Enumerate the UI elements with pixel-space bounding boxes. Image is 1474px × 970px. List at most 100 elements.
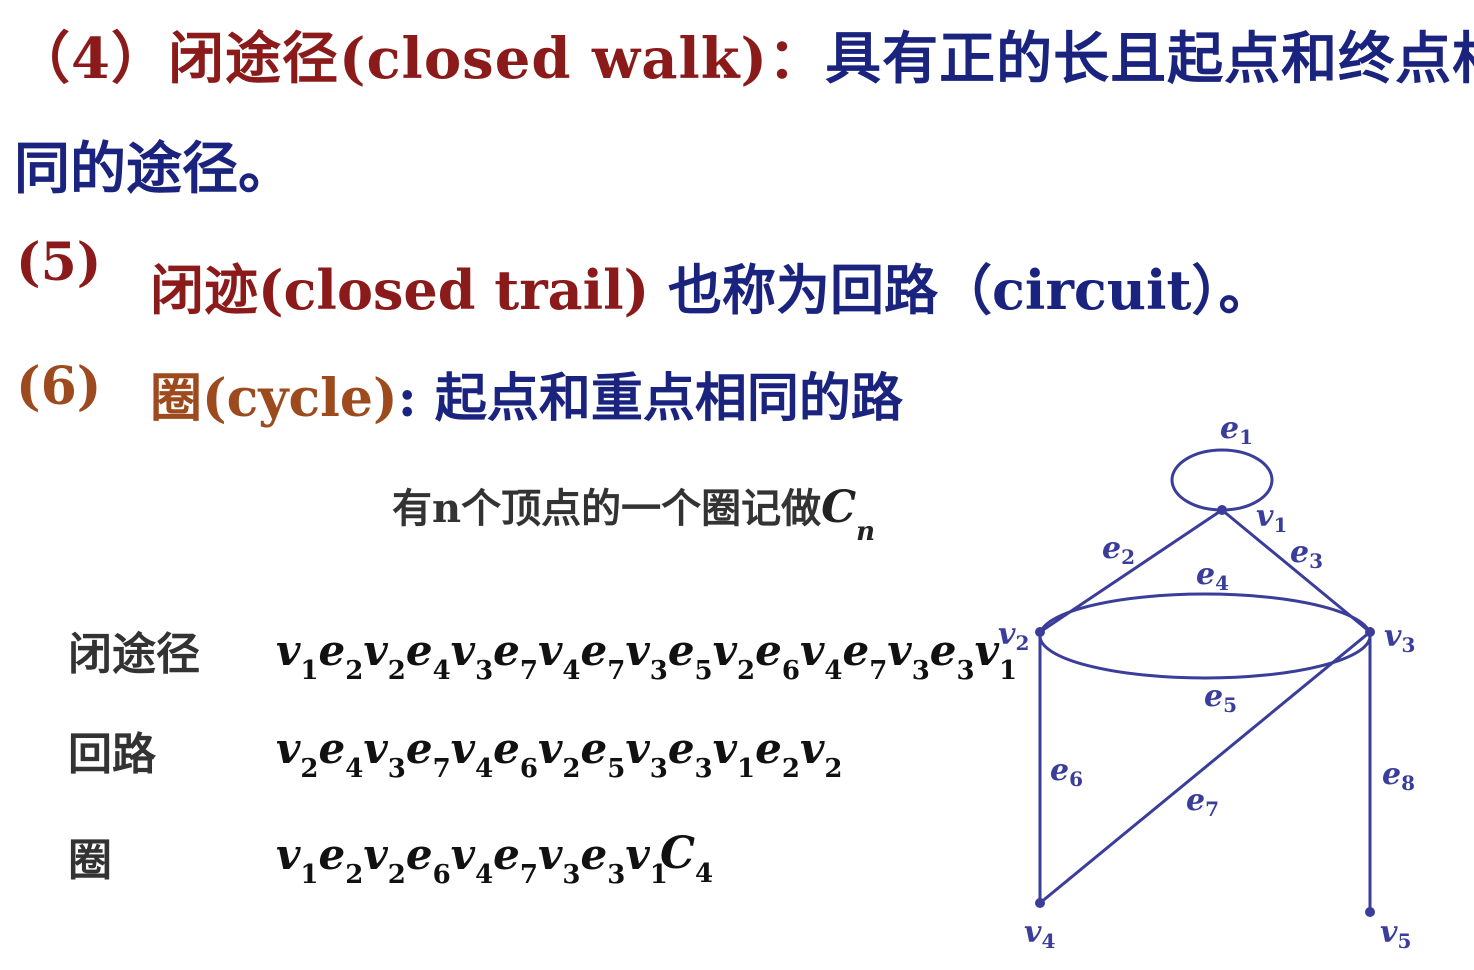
sequence-term-subscript: 3 bbox=[956, 656, 975, 686]
cycle-notation-subscript: n bbox=[856, 517, 876, 547]
sequence-term-subscript: 4 bbox=[432, 656, 451, 686]
graph-diagram: e1 e2 e3 e4 e5 e6 e7 e8 v1 v2 v3 v4 v5 bbox=[998, 411, 1415, 953]
edge-label-e1: e1 bbox=[1220, 411, 1253, 449]
term-closed-walk: （4）闭途径(closed walk)： bbox=[14, 26, 826, 92]
sequence-term: v2 bbox=[712, 626, 756, 684]
item-number-5: (5) bbox=[16, 232, 102, 293]
sequence-term: e6 bbox=[406, 830, 451, 888]
sequence-term-letter: v bbox=[363, 626, 388, 675]
sequence-term-letter: v bbox=[537, 830, 563, 879]
sequence-term-letter: e bbox=[667, 626, 695, 675]
sequence-term: v1 bbox=[276, 626, 319, 684]
sequence-term-subscript: 2 bbox=[781, 754, 800, 784]
definition-cycle-text: 起点和重点相同的路 bbox=[416, 368, 903, 429]
sequence-term-subscript: 1 bbox=[300, 860, 319, 890]
definition-closed-walk-text: 具有正的长且起点和终点相 bbox=[825, 26, 1474, 92]
sequence-term-letter: e bbox=[318, 830, 346, 879]
sequence-term-subscript: 3 bbox=[911, 656, 930, 686]
c4-letter: C bbox=[660, 828, 696, 879]
edge-e4-e5-ellipse bbox=[1038, 592, 1372, 680]
vertex-v2-dot bbox=[1035, 627, 1045, 637]
sequence-term: v3 bbox=[887, 626, 930, 684]
sequence-term: v3 bbox=[451, 626, 494, 684]
sequence-term: e3 bbox=[580, 830, 625, 888]
sequence-term-letter: v bbox=[363, 830, 388, 879]
vertex-label-v2: v2 bbox=[998, 617, 1029, 655]
sequence-term-letter: v bbox=[276, 724, 301, 773]
edge-label-e5: e5 bbox=[1204, 679, 1237, 717]
edge-label-e7: e7 bbox=[1186, 783, 1219, 821]
sequence-term-letter: e bbox=[667, 724, 695, 773]
sequence-term-subscript: 3 bbox=[387, 754, 406, 784]
vertex-label-v5: v5 bbox=[1380, 915, 1411, 953]
sequence-term-subscript: 3 bbox=[649, 754, 668, 784]
sequence-term: e7 bbox=[406, 724, 451, 782]
sequence-term-subscript: 4 bbox=[562, 656, 581, 686]
definition-closed-trail-text: 也称为回路（circuit）。 bbox=[649, 258, 1273, 322]
sequence-term-subscript: 4 bbox=[475, 754, 494, 784]
sequence-term-subscript: 1 bbox=[300, 656, 319, 686]
sequence-term-subscript: 6 bbox=[781, 656, 800, 686]
edge-label-e8: e8 bbox=[1382, 757, 1415, 795]
sequence-term-subscript: 7 bbox=[869, 656, 888, 686]
sequence-term-subscript: 5 bbox=[607, 754, 626, 784]
sequence-term: e2 bbox=[318, 626, 364, 684]
sequence-term: e7 bbox=[842, 626, 887, 684]
sequence-term-letter: e bbox=[405, 626, 433, 675]
sequence-term-letter: e bbox=[842, 626, 870, 675]
sequence-term: v4 bbox=[799, 626, 843, 684]
sequence-term-letter: v bbox=[450, 830, 476, 879]
sequence-term-letter: e bbox=[493, 724, 520, 773]
sequence-term-letter: v bbox=[625, 626, 650, 675]
sequence-term: e4 bbox=[318, 724, 364, 782]
sequence-term: v4 bbox=[538, 626, 581, 684]
sequence-term: v2 bbox=[537, 724, 581, 782]
sequence-term-letter: e bbox=[755, 626, 782, 675]
sequence-term-letter: v bbox=[625, 724, 650, 773]
definition-closed-walk-line2: 同的途径。 bbox=[14, 136, 294, 202]
sequence-term: v2 bbox=[800, 724, 843, 782]
vertex-v3-dot bbox=[1365, 627, 1375, 637]
sequence-term-letter: v bbox=[712, 626, 738, 675]
sequence-term: e7 bbox=[493, 626, 538, 684]
sequence-term-subscript: 2 bbox=[824, 754, 843, 784]
sequence-term-letter: e bbox=[580, 724, 608, 773]
sequence-term-letter: e bbox=[318, 724, 346, 773]
sequence-term-subscript: 2 bbox=[387, 860, 406, 890]
edge-e7 bbox=[1039, 630, 1371, 905]
sequence-term: v3 bbox=[363, 724, 406, 782]
sequence-term: e5 bbox=[580, 724, 625, 782]
example-sequence-closed-walk: v1e2v2e4v3e7v4e7v3e5v2e6v4e7v3e3v1 bbox=[276, 626, 1017, 684]
term-cycle-colon: : bbox=[397, 368, 417, 429]
sequence-term: e2 bbox=[755, 724, 800, 782]
edge-label-e3: e3 bbox=[1290, 535, 1323, 573]
sequence-term-letter: v bbox=[799, 626, 825, 675]
sequence-term: v3 bbox=[625, 626, 668, 684]
example-label-circuit: 回路 bbox=[68, 729, 156, 780]
sequence-term-subscript: 2 bbox=[562, 754, 581, 784]
sequence-term-letter: e bbox=[580, 626, 608, 675]
sequence-term-letter: v bbox=[625, 830, 650, 879]
sequence-term-letter: v bbox=[537, 724, 563, 773]
sequence-term-letter: e bbox=[493, 626, 520, 675]
sequence-term-letter: e bbox=[755, 724, 782, 773]
c4-subscript: 4 bbox=[695, 859, 714, 889]
sequence-term-letter: e bbox=[580, 830, 608, 879]
example-sequence-circuit: v2e4v3e7v4e6v2e5v3e3v1e2v2 bbox=[276, 724, 843, 782]
cycle-notation-text: 有n个顶点的一个圈记做 bbox=[392, 485, 822, 532]
example-sequence-cycle: v1e2v2e6v4e7v3e3v1 bbox=[276, 830, 668, 888]
sequence-term-subscript: 3 bbox=[475, 656, 494, 686]
edge-label-e2: e2 bbox=[1102, 531, 1135, 569]
sequence-term-letter: e bbox=[318, 626, 346, 675]
item-number-6: (6) bbox=[16, 356, 102, 417]
sequence-term: e6 bbox=[755, 626, 800, 684]
definition-closed-trail: 闭迹(closed trail) 也称为回路（circuit）。 bbox=[150, 246, 1273, 325]
sequence-term-subscript: 5 bbox=[694, 656, 713, 686]
edge-label-e6: e6 bbox=[1050, 753, 1083, 791]
sequence-term: v3 bbox=[625, 724, 668, 782]
sequence-term: e6 bbox=[493, 724, 538, 782]
vertex-v5-dot bbox=[1365, 907, 1375, 917]
sequence-term: e4 bbox=[405, 626, 451, 684]
sequence-term: e3 bbox=[930, 626, 975, 684]
sequence-term-subscript: 2 bbox=[737, 656, 756, 686]
